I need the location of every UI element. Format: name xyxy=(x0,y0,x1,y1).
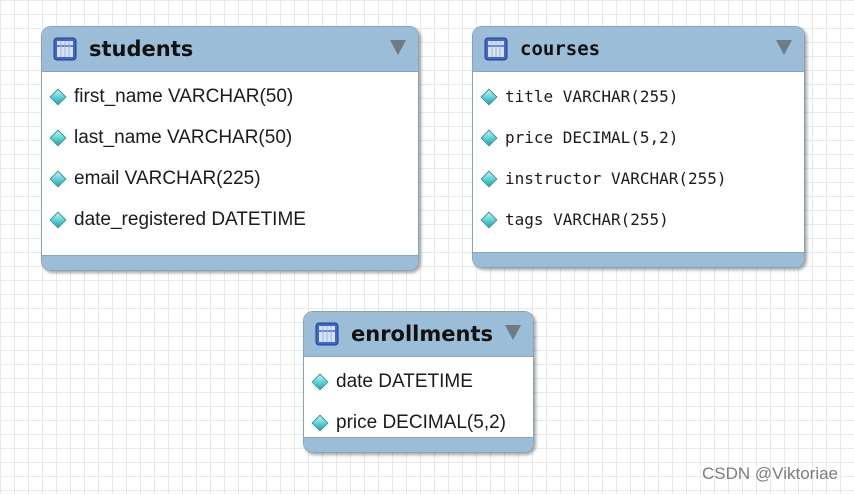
column-diamond-icon xyxy=(480,211,498,228)
table-footer xyxy=(473,252,804,267)
column-row[interactable]: first_name VARCHAR(50) xyxy=(42,76,418,117)
column-label: date DATETIME xyxy=(336,370,473,392)
column-row[interactable]: last_name VARCHAR(50) xyxy=(42,117,418,158)
table-footer xyxy=(304,437,533,452)
column-label: title VARCHAR(255) xyxy=(505,87,679,106)
column-label: instructor VARCHAR(255) xyxy=(505,169,727,188)
table-courses[interactable]: courses title VARCHAR(255) price DECIMAL… xyxy=(472,26,805,268)
column-diamond-icon xyxy=(480,129,498,146)
column-list: title VARCHAR(255) price DECIMAL(5,2) in… xyxy=(473,72,804,240)
watermark: CSDN @Viktoriae xyxy=(702,464,838,483)
column-diamond-icon xyxy=(480,170,498,187)
column-label: price DECIMAL(5,2) xyxy=(336,411,506,433)
column-list: date DATETIME price DECIMAL(5,2) xyxy=(304,357,533,443)
column-diamond-icon xyxy=(311,414,329,431)
table-icon xyxy=(315,322,339,346)
column-row[interactable]: date DATETIME xyxy=(304,361,533,402)
column-diamond-icon xyxy=(49,88,67,105)
table-footer xyxy=(42,255,418,270)
table-header[interactable]: enrollments xyxy=(304,312,533,357)
column-row[interactable]: email VARCHAR(225) xyxy=(42,158,418,199)
collapse-arrow-icon[interactable] xyxy=(505,325,521,340)
table-title: enrollments xyxy=(351,322,493,346)
column-diamond-icon xyxy=(49,211,67,228)
column-diamond-icon xyxy=(49,129,67,146)
er-diagram-canvas[interactable]: students first_name VARCHAR(50) last_nam… xyxy=(0,0,854,494)
column-list: first_name VARCHAR(50) last_name VARCHAR… xyxy=(42,72,418,240)
column-row[interactable]: tags VARCHAR(255) xyxy=(473,199,804,240)
column-label: tags VARCHAR(255) xyxy=(505,210,669,229)
column-row[interactable]: date_registered DATETIME xyxy=(42,199,418,240)
column-label: date_registered DATETIME xyxy=(74,208,306,230)
column-diamond-icon xyxy=(480,88,498,105)
column-label: first_name VARCHAR(50) xyxy=(74,85,294,107)
table-icon xyxy=(53,37,77,61)
table-title: courses xyxy=(520,38,601,60)
column-diamond-icon xyxy=(49,170,67,187)
table-header[interactable]: students xyxy=(42,27,418,72)
column-label: last_name VARCHAR(50) xyxy=(74,126,293,148)
column-row[interactable]: instructor VARCHAR(255) xyxy=(473,158,804,199)
collapse-arrow-icon[interactable] xyxy=(390,40,406,55)
table-icon xyxy=(484,37,508,61)
column-row[interactable]: price DECIMAL(5,2) xyxy=(473,117,804,158)
column-diamond-icon xyxy=(311,373,329,390)
table-header[interactable]: courses xyxy=(473,27,804,72)
table-title: students xyxy=(89,37,194,61)
table-enrollments[interactable]: enrollments date DATETIME price DECIMAL(… xyxy=(303,311,534,453)
column-label: price DECIMAL(5,2) xyxy=(505,128,679,147)
table-students[interactable]: students first_name VARCHAR(50) last_nam… xyxy=(41,26,419,271)
collapse-arrow-icon[interactable] xyxy=(776,40,792,55)
column-label: email VARCHAR(225) xyxy=(74,167,261,189)
column-row[interactable]: title VARCHAR(255) xyxy=(473,76,804,117)
